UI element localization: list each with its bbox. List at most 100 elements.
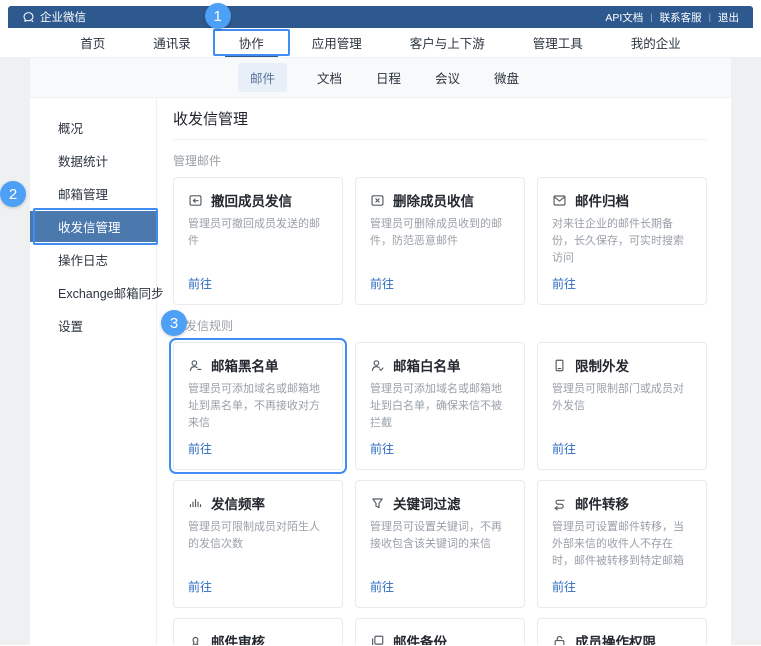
- nav-item-label: 客户与上下游: [410, 33, 485, 52]
- user-blacklist-icon: [188, 358, 203, 373]
- go-link[interactable]: 前往: [188, 432, 212, 457]
- sidebar-item-2[interactable]: 邮箱管理: [30, 178, 156, 209]
- nav-item-label: 应用管理: [312, 33, 362, 52]
- top-bar: 企业微信 API文档|联系客服|退出: [8, 6, 753, 28]
- sidebar-item-label: 收发信管理: [58, 221, 121, 235]
- send-frequency-icon: [188, 496, 203, 511]
- sidebar-item-6[interactable]: 设置: [30, 310, 156, 341]
- keyword-filter-icon: [370, 496, 385, 511]
- separator: |: [650, 12, 652, 22]
- nav-item-label: 我的企业: [631, 33, 681, 52]
- sidebar-item-3[interactable]: 收发信管理2: [30, 211, 156, 242]
- nav-item-1[interactable]: 通讯录: [141, 28, 203, 57]
- feature-card: 撤回成员发信管理员可撤回成员发送的邮件前往: [173, 177, 343, 305]
- section-label-text: 收发信规则: [173, 319, 233, 333]
- nav-item-label: 首页: [80, 33, 105, 52]
- mail-archive-icon: [552, 193, 567, 208]
- section-label: 收发信规则3: [173, 317, 233, 334]
- sidebar-item-4[interactable]: 操作日志: [30, 244, 156, 275]
- main-nav: 首页 通讯录 协作1 应用管理 客户与上下游 管理工具 我的企业: [0, 28, 761, 58]
- card-title: 发信频率: [211, 493, 265, 513]
- main-content: 收发信管理 管理邮件撤回成员发信管理员可撤回成员发送的邮件前往删除成员收信管理员…: [157, 98, 731, 645]
- brand-label: 企业微信: [40, 9, 86, 25]
- nav-item-label: 通讯录: [153, 33, 191, 52]
- user-whitelist-icon: [370, 358, 385, 373]
- feature-card: 关键词过滤管理员可设置关键词，不再接收包含该关键词的来信前往: [355, 480, 525, 608]
- card-head: 删除成员收信: [370, 190, 510, 210]
- card-title: 邮件备份: [393, 631, 447, 645]
- admin-panel: 邮件文档日程会议微盘 概况数据统计邮箱管理收发信管理2 操作日志 Exchange邮…: [30, 58, 731, 645]
- feature-card: 邮件归档对来往企业的邮件长期备份，长久保存，可实时搜索访问前往: [537, 177, 707, 305]
- annotation-step-2: 2: [0, 181, 26, 207]
- sidebar-item-label: Exchange邮箱同步: [58, 287, 164, 301]
- card-head: 邮件备份: [370, 631, 510, 645]
- card-title: 邮箱白名单: [393, 355, 461, 375]
- sidebar-item-1[interactable]: 数据统计: [30, 145, 156, 176]
- card-title: 邮件归档: [575, 190, 629, 210]
- go-link[interactable]: 前往: [188, 570, 212, 595]
- go-link[interactable]: 前往: [552, 432, 576, 457]
- tab-3[interactable]: 会议: [431, 63, 464, 92]
- nav-item-6[interactable]: 我的企业: [619, 28, 693, 57]
- card-title: 邮件转移: [575, 493, 629, 513]
- card-title: 邮箱黑名单: [211, 355, 279, 375]
- feature-card: 限制外发管理员可限制部门或成员对外发信前往: [537, 342, 707, 470]
- topbar-links: API文档|联系客服|退出: [605, 10, 739, 25]
- tab-0[interactable]: 邮件: [238, 63, 287, 92]
- nav-item-0[interactable]: 首页: [68, 28, 117, 57]
- card-description: 管理员可撤回成员发送的邮件: [188, 216, 328, 250]
- feature-card: 成员操作权限管理员可以允许成员设置邮件自动转发和恢复被删除的邮件前往: [537, 618, 707, 645]
- go-link[interactable]: 前往: [552, 570, 576, 595]
- card-grid: 邮箱黑名单管理员可添加域名或邮箱地址到黑名单，不再接收对方来信前往邮箱白名单管理…: [173, 342, 707, 645]
- feature-card: 邮箱黑名单管理员可添加域名或邮箱地址到黑名单，不再接收对方来信前往: [173, 342, 343, 470]
- go-link[interactable]: 前往: [552, 267, 576, 292]
- go-link[interactable]: 前往: [370, 267, 394, 292]
- content-area: 邮件文档日程会议微盘 概况数据统计邮箱管理收发信管理2操作日志Exchange邮…: [0, 58, 761, 645]
- feature-card: 邮件审核管理员可设置对特殊邮件进行审核，通过审核的邮件才可发送前往: [173, 618, 343, 645]
- card-head: 邮件转移: [552, 493, 692, 513]
- card-title: 撤回成员发信: [211, 190, 292, 210]
- section-label-text: 管理邮件: [173, 154, 221, 168]
- card-head: 邮件归档: [552, 190, 692, 210]
- member-permission-icon: [552, 634, 567, 645]
- card-head: 成员操作权限: [552, 631, 692, 645]
- nav-item-3[interactable]: 应用管理: [300, 28, 374, 57]
- feature-card: 邮件转移管理员可设置邮件转移，当外部来信的收件人不存在时，邮件被转移到特定邮箱前…: [537, 480, 707, 608]
- tab-2[interactable]: 日程: [372, 63, 405, 92]
- nav-item-5[interactable]: 管理工具: [521, 28, 595, 57]
- restrict-outgoing-icon: [552, 358, 567, 373]
- topbar-link[interactable]: 退出: [718, 10, 739, 25]
- tab-4[interactable]: 微盘: [490, 63, 523, 92]
- sidebar-item-label: 操作日志: [58, 254, 108, 268]
- topbar-link[interactable]: 联系客服: [660, 10, 702, 25]
- card-description: 管理员可添加域名或邮箱地址到黑名单，不再接收对方来信: [188, 381, 328, 432]
- card-title: 成员操作权限: [575, 631, 656, 645]
- feature-card: 邮件备份管理员可设置备份规则，符合规则的邮件被复制一份到特定邮箱前往: [355, 618, 525, 645]
- tab-1[interactable]: 文档: [313, 63, 346, 92]
- card-title: 删除成员收信: [393, 190, 474, 210]
- nav-item-4[interactable]: 客户与上下游: [398, 28, 497, 57]
- feature-card: 发信频率管理员可限制成员对陌生人的发信次数前往: [173, 480, 343, 608]
- card-title: 邮件审核: [211, 631, 265, 645]
- section-label: 管理邮件: [173, 152, 221, 169]
- topbar-link[interactable]: API文档: [605, 10, 643, 25]
- sidebar-item-label: 设置: [58, 320, 83, 334]
- go-link[interactable]: 前往: [370, 432, 394, 457]
- go-link[interactable]: 前往: [188, 267, 212, 292]
- card-head: 关键词过滤: [370, 493, 510, 513]
- go-link[interactable]: 前往: [370, 570, 394, 595]
- brand: 企业微信: [22, 9, 86, 25]
- sidebar-item-label: 邮箱管理: [58, 188, 108, 202]
- card-title: 限制外发: [575, 355, 629, 375]
- card-description: 管理员可限制成员对陌生人的发信次数: [188, 519, 328, 553]
- mail-transfer-icon: [552, 496, 567, 511]
- sections: 管理邮件撤回成员发信管理员可撤回成员发送的邮件前往删除成员收信管理员可删除成员收…: [173, 152, 707, 645]
- sidebar-item-0[interactable]: 概况: [30, 112, 156, 143]
- nav-item-label: 管理工具: [533, 33, 583, 52]
- nav-item-2[interactable]: 协作1: [227, 28, 276, 57]
- wework-logo-icon: [22, 11, 35, 24]
- card-head: 发信频率: [188, 493, 328, 513]
- card-description: 管理员可设置邮件转移，当外部来信的收件人不存在时，邮件被转移到特定邮箱: [552, 519, 692, 570]
- sidebar-item-5[interactable]: Exchange邮箱同步: [30, 277, 156, 308]
- card-head: 邮箱黑名单: [188, 355, 328, 375]
